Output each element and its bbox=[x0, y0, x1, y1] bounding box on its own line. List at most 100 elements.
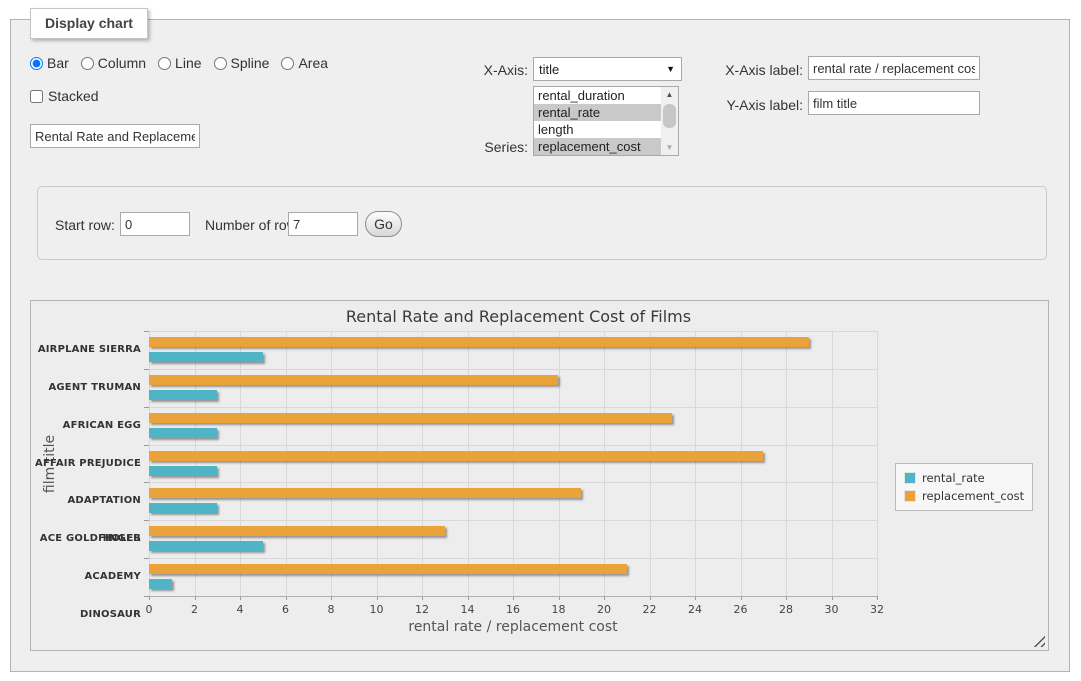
x-axis-tick-label: 12 bbox=[408, 603, 436, 616]
x-axis-tick-label: 32 bbox=[863, 603, 891, 616]
bar-rental_rate bbox=[149, 579, 172, 589]
chart-type-radio-line[interactable] bbox=[158, 57, 171, 70]
chart-title-input[interactable] bbox=[30, 124, 200, 148]
x-axis-select[interactable]: title ▼ bbox=[533, 57, 682, 81]
chart-type-area[interactable]: Area bbox=[281, 55, 328, 71]
scroll-down-icon[interactable]: ▼ bbox=[661, 140, 678, 155]
category-label: AFFAIR PREJUDICE bbox=[31, 445, 141, 483]
bar-rental_rate bbox=[149, 428, 217, 438]
x-axis-tick-label: 26 bbox=[727, 603, 755, 616]
legend-item-replacement_cost[interactable]: replacement_cost bbox=[904, 487, 1024, 505]
x-axis-tick-label: 28 bbox=[772, 603, 800, 616]
chart-type-radio-column[interactable] bbox=[81, 57, 94, 70]
chart-type-radio-bar[interactable] bbox=[30, 57, 43, 70]
gridline-vertical bbox=[240, 331, 241, 596]
legend-label: rental_rate bbox=[922, 471, 985, 485]
legend-swatch-replacement_cost bbox=[904, 490, 916, 502]
category-label: ACE GOLDFINGER bbox=[31, 520, 141, 558]
resize-grip-icon[interactable] bbox=[1033, 635, 1045, 647]
x-axis-tick-label: 20 bbox=[590, 603, 618, 616]
gridline-vertical bbox=[377, 331, 378, 596]
gridline-vertical bbox=[513, 331, 514, 596]
x-axis-tick-label: 10 bbox=[363, 603, 391, 616]
series-listbox-scrollbar[interactable]: ▲ ▼ bbox=[661, 87, 678, 155]
panel-legend: Display chart bbox=[30, 8, 148, 39]
chart-type-radio-label: Column bbox=[98, 55, 146, 71]
y-axis-tick bbox=[144, 407, 149, 408]
gridline-horizontal bbox=[149, 445, 877, 446]
bar-replacement_cost bbox=[149, 337, 809, 347]
chart-type-line[interactable]: Line bbox=[158, 55, 201, 71]
stacked-label[interactable]: Stacked bbox=[48, 88, 99, 104]
legend-swatch-rental_rate bbox=[904, 472, 916, 484]
x-axis-tick-label: 16 bbox=[499, 603, 527, 616]
bar-rental_rate bbox=[149, 390, 217, 400]
bar-replacement_cost bbox=[149, 375, 558, 385]
chart-type-radio-label: Bar bbox=[47, 55, 69, 71]
stacked-checkbox[interactable] bbox=[30, 90, 43, 103]
bar-replacement_cost bbox=[149, 526, 445, 536]
series-option-replacement_cost[interactable]: replacement_cost bbox=[534, 138, 661, 155]
scroll-up-icon[interactable]: ▲ bbox=[661, 87, 678, 102]
chevron-down-icon: ▼ bbox=[666, 64, 675, 74]
y-axis-label-input[interactable] bbox=[808, 91, 980, 115]
gridline-vertical bbox=[422, 331, 423, 596]
series-option-length[interactable]: length bbox=[534, 121, 661, 138]
gridline-vertical bbox=[149, 331, 150, 596]
x-axis-tick bbox=[877, 596, 878, 600]
y-axis-label-caption: Y-Axis label: bbox=[715, 97, 803, 113]
bar-rental_rate bbox=[149, 352, 263, 362]
gridline-horizontal bbox=[149, 520, 877, 521]
x-axis-tick-label: 4 bbox=[226, 603, 254, 616]
gridline-vertical bbox=[786, 331, 787, 596]
chart-type-bar[interactable]: Bar bbox=[30, 55, 69, 71]
bar-replacement_cost bbox=[149, 451, 763, 461]
chart-type-radio-area[interactable] bbox=[281, 57, 294, 70]
series-listbox[interactable]: rental_durationrental_ratelengthreplacem… bbox=[533, 86, 679, 156]
x-axis-tick-label: 22 bbox=[636, 603, 664, 616]
legend-label: replacement_cost bbox=[922, 489, 1024, 503]
scrollbar-thumb[interactable] bbox=[663, 104, 676, 128]
y-axis-tick bbox=[144, 445, 149, 446]
x-axis-label-input[interactable] bbox=[808, 56, 980, 80]
start-row-caption: Start row: bbox=[55, 217, 115, 233]
gridline-vertical bbox=[604, 331, 605, 596]
series-caption: Series: bbox=[450, 139, 528, 155]
legend-item-rental_rate[interactable]: rental_rate bbox=[904, 469, 1024, 487]
series-option-rental_duration[interactable]: rental_duration bbox=[534, 87, 661, 104]
category-label: ACADEMY DINOSAUR bbox=[31, 558, 141, 596]
chart-type-radio-spline[interactable] bbox=[214, 57, 227, 70]
y-axis-tick bbox=[144, 558, 149, 559]
y-axis-tick bbox=[144, 331, 149, 332]
category-label: ADAPTATION HOLES bbox=[31, 482, 141, 520]
gridline-vertical bbox=[695, 331, 696, 596]
bar-rental_rate bbox=[149, 466, 217, 476]
series-option-rental_rate[interactable]: rental_rate bbox=[534, 104, 661, 121]
gridline-vertical bbox=[877, 331, 878, 596]
chart-type-spline[interactable]: Spline bbox=[214, 55, 270, 71]
chart-type-radio-label: Line bbox=[175, 55, 201, 71]
start-row-input[interactable] bbox=[120, 212, 190, 236]
gridline-vertical bbox=[286, 331, 287, 596]
gridline-vertical bbox=[650, 331, 651, 596]
y-axis-tick bbox=[144, 482, 149, 483]
x-axis-tick-label: 30 bbox=[818, 603, 846, 616]
number-of-rows-input[interactable] bbox=[288, 212, 358, 236]
go-button[interactable]: Go bbox=[365, 211, 402, 237]
gridline-vertical bbox=[832, 331, 833, 596]
gridline-horizontal bbox=[149, 407, 877, 408]
bar-replacement_cost bbox=[149, 413, 672, 423]
chart-type-radio-label: Spline bbox=[231, 55, 270, 71]
gridline-vertical bbox=[195, 331, 196, 596]
x-axis-tick-label: 6 bbox=[272, 603, 300, 616]
gridline-vertical bbox=[331, 331, 332, 596]
gridline-vertical bbox=[468, 331, 469, 596]
category-label: AFRICAN EGG bbox=[31, 407, 141, 445]
chart-type-column[interactable]: Column bbox=[81, 55, 146, 71]
y-axis-tick bbox=[144, 520, 149, 521]
chart-type-radio-group: Bar Column Line Spline Area bbox=[30, 55, 336, 71]
y-axis-tick bbox=[144, 369, 149, 370]
category-label: AGENT TRUMAN bbox=[31, 369, 141, 407]
x-axis-tick-label: 24 bbox=[681, 603, 709, 616]
chart-x-axis-title: rental rate / replacement cost bbox=[149, 619, 877, 635]
